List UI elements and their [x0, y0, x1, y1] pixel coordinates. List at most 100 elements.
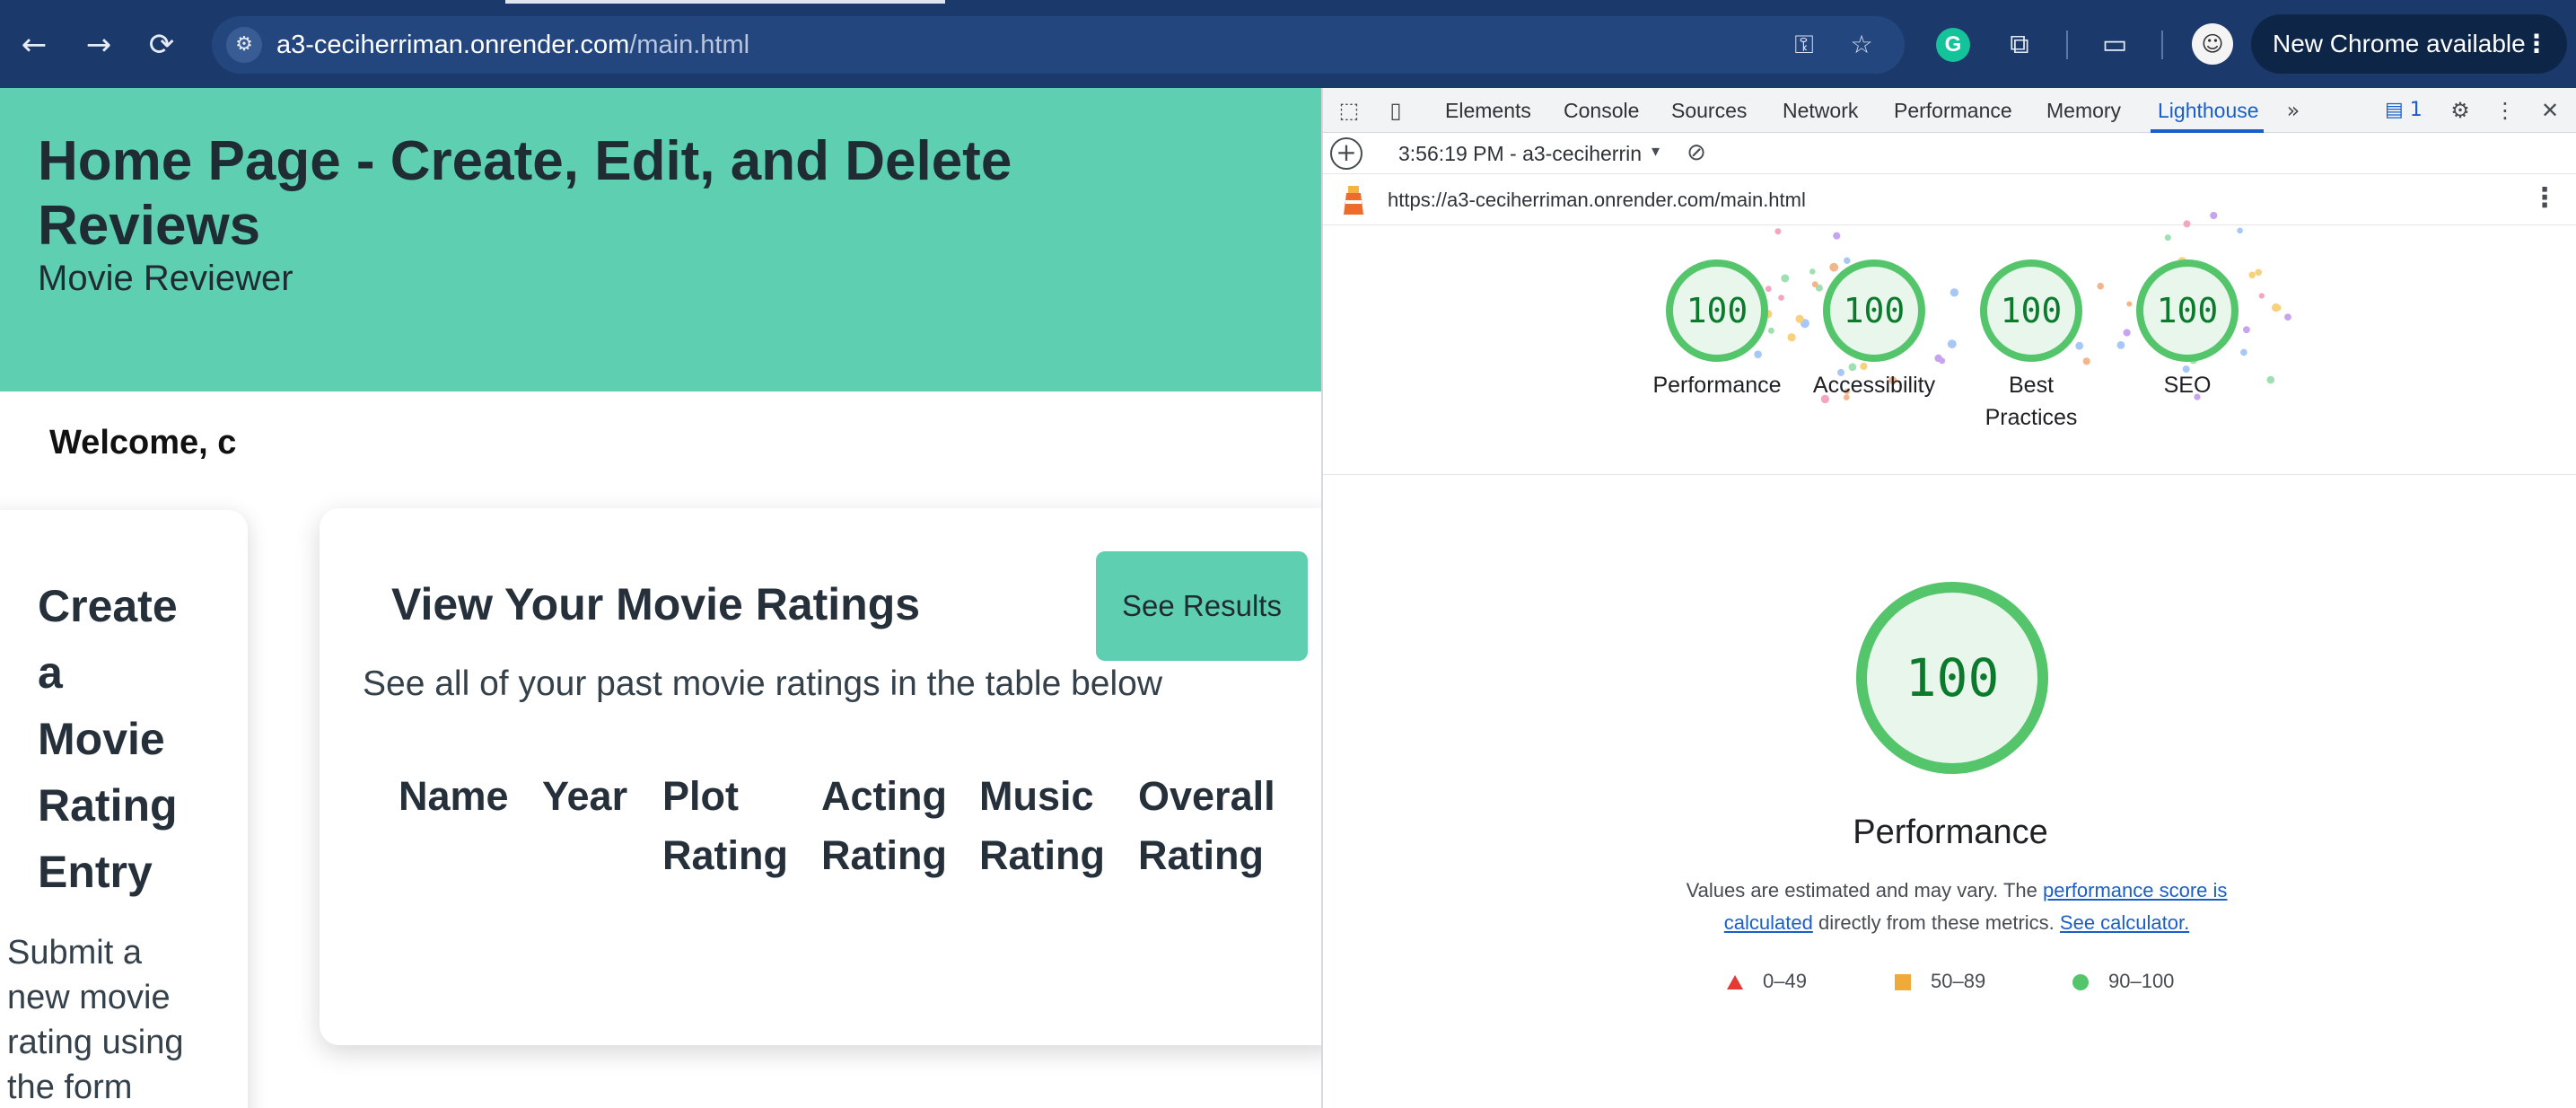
legend-label: 50–89 — [1931, 970, 1986, 992]
column-header-line: Year — [542, 773, 628, 819]
lighthouse-url-bar: https://a3-ceciherriman.onrender.com/mai… — [1323, 175, 2576, 225]
column-header-year: Year — [542, 767, 627, 826]
forward-arrow-icon[interactable]: → — [77, 23, 120, 66]
legend-label: 90–100 — [2108, 970, 2175, 992]
browser-toolbar: ← → ⟳ ⚙ a3-ceciherriman.onrender.com/mai… — [0, 0, 2576, 88]
new-chrome-available-button[interactable]: New Chrome available ⋮ — [2251, 14, 2567, 74]
confetti-dot — [2237, 227, 2243, 234]
gauge-accessibility-ring: 100 — [1823, 259, 1925, 362]
desc-middle: directly from these metrics. — [1812, 911, 2060, 934]
confetti-dot — [2284, 313, 2291, 321]
url-path: /main.html — [629, 31, 750, 59]
devtools-menu-kebab-icon[interactable]: ⋮ — [2490, 95, 2520, 126]
desc-prefix: Values are estimated and may vary. The — [1686, 879, 2043, 901]
column-header-acting-rating: Acting Rating — [821, 767, 947, 885]
new-report-plus-icon[interactable]: + — [1330, 137, 1362, 170]
grammarly-extension-icon[interactable]: G — [1936, 28, 1970, 62]
column-header-line: Acting — [821, 773, 947, 819]
report-dropdown-caret-icon[interactable]: ▾ — [1652, 142, 1660, 161]
lighthouse-logo-icon — [1344, 186, 1363, 215]
create-desc-line: rating using — [7, 1024, 184, 1061]
triangle-fail-icon — [1727, 975, 1743, 990]
create-title-line: Entry — [38, 847, 153, 897]
close-devtools-icon[interactable]: ✕ — [2535, 95, 2565, 126]
create-title-line: Create — [38, 581, 178, 631]
password-key-icon[interactable]: ⚿ — [1786, 27, 1822, 63]
lighthouse-toolbar: + 3:56:19 PM - a3-ceciherrin ▾ ⊘ — [1323, 133, 2576, 174]
square-average-icon — [1895, 974, 1911, 991]
column-header-line: Rating — [1138, 832, 1264, 878]
create-title-line: a — [38, 647, 63, 698]
column-header-overall-rating: Overall Rating — [1138, 767, 1275, 885]
toolbar-divider — [2066, 31, 2068, 59]
performance-section-title: Performance — [1853, 813, 2048, 851]
create-rating-title: Create a Movie Rating Entry — [38, 573, 253, 905]
gauge-label: Accessibility — [1812, 373, 1936, 398]
tab-performance[interactable]: Performance — [1894, 99, 2012, 123]
chrome-menu-kebab-icon[interactable]: ⋮ — [2524, 14, 2549, 74]
column-header-music-rating: Music Rating — [979, 767, 1105, 885]
extensions-puzzle-icon[interactable]: ⧉ — [1998, 23, 2041, 66]
inspect-element-icon[interactable]: ⬚ — [1334, 95, 1364, 126]
gauge-seo-ring: 100 — [2136, 259, 2239, 362]
tab-lighthouse[interactable]: Lighthouse — [2158, 99, 2259, 123]
tab-network[interactable]: Network — [1783, 99, 1858, 123]
issues-count: 1 — [2409, 99, 2423, 121]
tab-elements[interactable]: Elements — [1445, 99, 1531, 123]
gauge-label: Performance — [1652, 373, 1782, 398]
legend-pass: 90–100 — [2072, 970, 2174, 993]
toolbar-divider — [2161, 31, 2163, 59]
profile-avatar-icon[interactable]: ☺ — [2192, 23, 2233, 65]
more-tabs-chevron-icon[interactable]: » — [2278, 95, 2309, 126]
legend-fail: 0–49 — [1727, 970, 1807, 993]
column-header-line: Rating — [979, 832, 1105, 878]
url-text[interactable]: a3-ceciherriman.onrender.com/main.html — [276, 31, 749, 60]
view-ratings-title: View Your Movie Ratings — [391, 579, 921, 629]
legend-average: 50–89 — [1895, 970, 1985, 993]
create-rating-description: Submit a new movie rating using the form — [7, 930, 241, 1108]
column-header-line: Music — [979, 773, 1094, 819]
gauge-seo[interactable]: 100 SEO — [2098, 257, 2277, 401]
confetti-dot — [1833, 232, 1841, 240]
legend-label: 0–49 — [1763, 970, 1807, 992]
gauge-label: SEO — [2163, 373, 2212, 398]
back-arrow-icon[interactable]: ← — [13, 23, 56, 66]
tab-console[interactable]: Console — [1564, 99, 1639, 123]
page-subtitle: Movie Reviewer — [38, 259, 294, 298]
see-calculator-link[interactable]: See calculator. — [2060, 911, 2189, 934]
tab-memory[interactable]: Memory — [2046, 99, 2121, 123]
web-page-viewport: Home Page - Create, Edit, and Delete Rev… — [0, 88, 1321, 1108]
see-results-button[interactable]: See Results — [1096, 551, 1308, 661]
report-more-kebab-icon[interactable]: ⋮ — [2531, 182, 2558, 214]
main-performance-gauge: 100 — [1856, 582, 2048, 774]
bookmark-star-icon[interactable]: ☆ — [1844, 27, 1879, 63]
column-header-line: Plot — [662, 773, 739, 819]
site-info-icon[interactable]: ⚙ — [226, 27, 262, 63]
device-toolbar-icon[interactable]: ▯ — [1380, 95, 1411, 126]
gauge-score: 100 — [1687, 291, 1748, 330]
section-divider — [1323, 474, 2576, 475]
url-host: a3-ceciherriman.onrender.com — [276, 31, 630, 59]
confetti-dot — [1774, 228, 1782, 235]
active-tab-indicator — [505, 0, 945, 4]
cast-search-icon[interactable]: ▭ — [2093, 23, 2136, 66]
clear-reports-icon[interactable]: ⊘ — [1684, 140, 1709, 165]
issues-badge[interactable]: ▤ 1 — [2385, 99, 2423, 121]
create-desc-line: Submit a — [7, 934, 142, 972]
gauge-accessibility[interactable]: 100 Accessibility — [1784, 257, 1964, 401]
column-header-line: Overall — [1138, 773, 1275, 819]
reload-icon[interactable]: ⟳ — [140, 23, 183, 66]
settings-gear-icon[interactable]: ⚙ — [2445, 95, 2475, 126]
report-selector[interactable]: 3:56:19 PM - a3-ceciherrin — [1398, 142, 1642, 166]
lighthouse-report-url[interactable]: https://a3-ceciherriman.onrender.com/mai… — [1388, 189, 1806, 212]
tab-sources[interactable]: Sources — [1671, 99, 1747, 123]
update-label: New Chrome available — [2273, 30, 2526, 57]
gauge-score: 100 — [1844, 291, 1906, 330]
address-bar[interactable]: ⚙ a3-ceciherriman.onrender.com/main.html… — [212, 16, 1905, 74]
devtools-tab-bar: ⬚ ▯ Elements Console Sources Network Per… — [1323, 88, 2576, 133]
column-header-name: Name — [399, 767, 509, 826]
main-score: 100 — [1906, 647, 2000, 708]
gauge-performance[interactable]: 100 Performance — [1627, 257, 1807, 401]
gauge-best-practices[interactable]: 100 Best Practices — [1941, 257, 2121, 434]
column-header-line: Rating — [821, 832, 947, 878]
